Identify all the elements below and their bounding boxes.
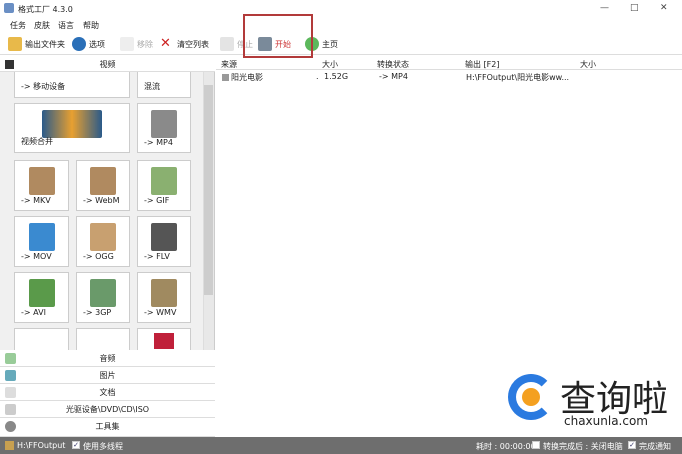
stop-icon xyxy=(220,37,234,51)
music-icon xyxy=(5,353,16,364)
column-status[interactable]: 转换状态 xyxy=(377,59,409,70)
category-tools[interactable]: 工具集 xyxy=(0,418,215,437)
tile-gif[interactable]: -> GIF xyxy=(137,160,191,211)
mov-icon xyxy=(28,223,55,251)
flash-icon xyxy=(154,333,174,349)
task-list-header xyxy=(216,57,682,70)
row-source: 阳光电影 xyxy=(231,73,263,82)
tile-flv[interactable]: -> FLV xyxy=(137,216,191,267)
flv-icon xyxy=(151,223,177,251)
category-video-header[interactable]: 视频 xyxy=(0,57,215,72)
watermark-logo: 查询啦 chaxunla.com xyxy=(508,372,678,432)
category-document[interactable]: 文档 xyxy=(0,384,215,401)
disc-icon xyxy=(5,404,16,415)
menu-skin[interactable]: 皮肤 xyxy=(34,20,50,31)
tile-3gp[interactable]: -> 3GP xyxy=(76,272,130,323)
tile-mov[interactable]: -> MOV xyxy=(14,216,69,267)
notify-checkbox[interactable]: ✓ xyxy=(628,441,636,449)
shutdown-checkbox[interactable] xyxy=(532,441,540,449)
tile-mp4[interactable]: -> MP4 xyxy=(137,103,191,153)
column-source[interactable]: 来源 xyxy=(221,59,237,70)
ogg-icon xyxy=(90,223,116,251)
close-button[interactable]: ✕ xyxy=(660,3,668,13)
tile-mux[interactable]: 混流 xyxy=(137,72,191,98)
output-path-link[interactable]: H:\FFOutput xyxy=(17,441,65,450)
remove-button[interactable]: 移除 xyxy=(120,36,153,52)
title-bar: 格式工厂 4.3.0 — □ ✕ xyxy=(0,0,682,18)
wmv-icon xyxy=(151,279,177,307)
output-folder-button[interactable]: 输出文件夹 xyxy=(8,36,65,52)
document-icon xyxy=(5,387,16,398)
tile-partial[interactable] xyxy=(14,328,69,350)
tile-partial[interactable] xyxy=(76,328,130,350)
3gp-icon xyxy=(90,279,116,307)
tile-wmv[interactable]: -> WMV xyxy=(137,272,191,323)
category-image[interactable]: 图片 xyxy=(0,367,215,384)
category-audio[interactable]: 音频 xyxy=(0,350,215,367)
remove-icon xyxy=(120,37,134,51)
multithread-label: 使用多线程 xyxy=(83,442,123,451)
app-icon xyxy=(4,3,14,13)
scrollbar-thumb[interactable] xyxy=(204,85,213,295)
tile-webm[interactable]: -> WebM xyxy=(76,160,130,211)
row-status: -> MP4 xyxy=(379,72,408,81)
status-bar: H:\FFOutput ✓ 使用多线程 耗时 : 00:00:00 转换完成后 … xyxy=(0,437,682,454)
picture-icon xyxy=(5,370,16,381)
highlight-box xyxy=(243,14,313,58)
row-dot: . xyxy=(316,72,319,81)
column-size[interactable]: 大小 xyxy=(322,59,338,70)
clear-icon: ✕ xyxy=(160,36,171,51)
mp4-icon xyxy=(151,110,177,138)
clear-list-button[interactable]: ✕ 清空列表 xyxy=(160,36,209,52)
logo-dot xyxy=(522,388,540,406)
maximize-button[interactable]: □ xyxy=(630,3,639,13)
tile-mkv[interactable]: -> MKV xyxy=(14,160,69,211)
minimize-button[interactable]: — xyxy=(600,3,609,13)
webm-icon xyxy=(90,167,116,195)
column-output[interactable]: 输出 [F2] xyxy=(465,59,499,70)
avi-icon xyxy=(28,279,55,307)
row-output: H:\FFOutput\阳光电影ww... xyxy=(466,73,570,82)
gif-icon xyxy=(151,167,177,195)
file-icon xyxy=(222,74,229,81)
tile-merge[interactable]: 视频合并 xyxy=(14,103,130,153)
options-icon xyxy=(72,37,86,51)
elapsed-time: 耗时 : 00:00:00 xyxy=(476,442,536,451)
menu-language[interactable]: 语言 xyxy=(58,20,74,31)
shutdown-label: 转换完成后 : 关闭电脑 xyxy=(543,442,623,451)
tile-ogg[interactable]: -> OGG xyxy=(76,216,130,267)
row-size: 1.52G xyxy=(324,72,349,81)
folder-icon xyxy=(5,441,14,450)
merge-icon xyxy=(42,110,102,138)
menu-task[interactable]: 任务 xyxy=(10,20,26,31)
column-output-size[interactable]: 大小 xyxy=(580,59,596,70)
folder-icon xyxy=(8,37,22,51)
film-icon xyxy=(5,60,14,69)
multithread-checkbox[interactable]: ✓ xyxy=(72,441,80,449)
tile-avi[interactable]: -> AVI xyxy=(14,272,69,323)
tile-mobile[interactable]: -> 移动设备 xyxy=(14,72,130,98)
options-button[interactable]: 选项 xyxy=(72,36,105,52)
tile-partial[interactable] xyxy=(137,328,191,350)
category-disc[interactable]: 光驱设备\DVD\CD\ISO xyxy=(0,401,215,418)
window-title: 格式工厂 4.3.0 xyxy=(18,5,73,14)
tools-icon xyxy=(5,421,16,432)
menu-help[interactable]: 帮助 xyxy=(83,20,99,31)
watermark-url: chaxunla.com xyxy=(564,414,648,428)
notify-label: 完成通知 xyxy=(639,442,671,451)
mkv-icon xyxy=(28,167,55,195)
